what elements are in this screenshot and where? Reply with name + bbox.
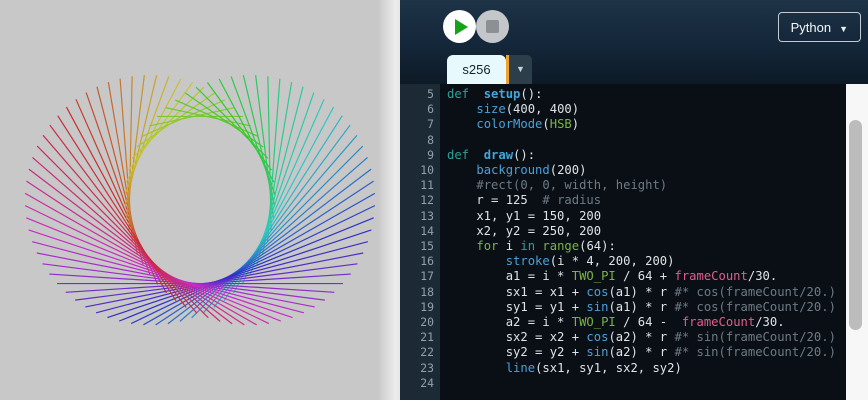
- code-text: sx1 = x1 + cos(a1) * r #* cos(frameCount…: [447, 284, 836, 299]
- code-text: sy1 = y1 + sin(a1) * r #* cos(frameCount…: [447, 299, 836, 314]
- scrollbar-thumb[interactable]: [849, 120, 862, 330]
- stop-icon: [486, 20, 499, 33]
- code-text: background(200): [476, 163, 587, 178]
- code-line[interactable]: 19 sy1 = y1 + sin(a1) * r #* cos(frameCo…: [400, 300, 868, 315]
- code-editor[interactable]: 5 def setup(): 6 size(400, 400) 7 colorMode…: [400, 84, 868, 400]
- line-number: 7: [427, 117, 434, 132]
- tab-menu-button[interactable]: ▼: [509, 55, 532, 84]
- code-line[interactable]: 9 def draw():: [400, 148, 868, 163]
- chevron-down-icon: ▼: [516, 64, 525, 74]
- code-line[interactable]: 18 sx1 = x1 + cos(a1) * r #* cos(frameCo…: [400, 285, 868, 300]
- code-line[interactable]: 24: [400, 376, 868, 391]
- chevron-down-icon: ▼: [839, 23, 848, 34]
- code-line[interactable]: 20 a2 = i * TWO_PI / 64 - frameCount/30.: [400, 315, 868, 330]
- code-text: r = 125 # radius: [447, 193, 602, 208]
- code-line[interactable]: 16 stroke(i * 4, 200, 200): [400, 254, 868, 269]
- language-selector[interactable]: Python ▼: [777, 12, 861, 42]
- sketch-output-panel: [0, 0, 400, 400]
- tab-label: s256: [462, 62, 491, 77]
- panel-resize-divider[interactable]: [378, 0, 400, 400]
- code-text: colorMode(HSB): [476, 117, 580, 132]
- play-icon: [455, 18, 468, 35]
- tab-s256[interactable]: s256: [447, 55, 506, 84]
- code-line[interactable]: 11 #rect(0, 0, width, height): [400, 178, 868, 193]
- sketch-canvas: [24, 75, 376, 326]
- line-number: 20: [420, 315, 434, 330]
- line-number: 21: [420, 330, 434, 345]
- code-text: a1 = i * TWO_PI / 64 + frameCount/30.: [447, 269, 778, 284]
- code-text: a2 = i * TWO_PI / 64 - frameCount/30.: [447, 315, 785, 330]
- editor-panel: Python ▼ s256 ▼ 5 def setup(): 6 size(400, …: [400, 0, 868, 400]
- line-number: 16: [420, 254, 434, 269]
- code-text: sx2 = x2 + cos(a2) * r #* sin(frameCount…: [447, 330, 836, 345]
- line-number: 22: [420, 345, 434, 360]
- trinket-app: Python ▼ s256 ▼ 5 def setup(): 6 size(400, …: [0, 0, 868, 400]
- line-number: 17: [420, 269, 434, 284]
- code-line[interactable]: 21 sx2 = x2 + cos(a2) * r #* sin(frameCo…: [400, 330, 868, 345]
- code-line[interactable]: 23 line(sx1, sy1, sx2, sy2): [400, 361, 868, 376]
- code-line[interactable]: 7 colorMode(HSB): [400, 117, 868, 132]
- run-button[interactable]: [443, 10, 476, 43]
- line-number: 8: [427, 132, 434, 147]
- line-number: 10: [420, 163, 434, 178]
- stop-button[interactable]: [476, 10, 509, 43]
- line-number: 6: [427, 102, 434, 117]
- code-line[interactable]: 5 def setup():: [400, 87, 868, 102]
- line-number: 12: [420, 193, 434, 208]
- code-line[interactable]: 17 a1 = i * TWO_PI / 64 + frameCount/30.: [400, 269, 868, 284]
- code-line[interactable]: 13 x1, y1 = 150, 200: [400, 209, 868, 224]
- code-line[interactable]: 8: [400, 133, 868, 148]
- code-text: def draw():: [447, 147, 536, 162]
- code-text: for i in range(64):: [476, 239, 616, 254]
- code-text: stroke(i * 4, 200, 200): [505, 254, 675, 269]
- editor-scrollbar[interactable]: [846, 84, 868, 400]
- code-line[interactable]: 22 sy2 = y2 + sin(a2) * r #* sin(frameCo…: [400, 345, 868, 360]
- line-number: 19: [420, 299, 434, 314]
- code-text: x1, y1 = 150, 200: [447, 208, 602, 223]
- line-number: 14: [420, 223, 434, 238]
- line-number: 23: [420, 360, 434, 375]
- code-lines[interactable]: 5 def setup(): 6 size(400, 400) 7 colorMode…: [400, 87, 868, 391]
- code-text: size(400, 400): [476, 102, 580, 117]
- line-number: 5: [427, 87, 434, 101]
- line-number: 24: [420, 375, 434, 390]
- code-line[interactable]: 10 background(200): [400, 163, 868, 178]
- code-line[interactable]: 14 x2, y2 = 250, 200: [400, 224, 868, 239]
- line-number: 9: [427, 147, 434, 162]
- language-selector-label: Python: [790, 19, 832, 35]
- line-number: 18: [420, 284, 434, 299]
- line-number: 13: [420, 208, 434, 223]
- code-line[interactable]: 12 r = 125 # radius: [400, 193, 868, 208]
- code-text: #rect(0, 0, width, height): [476, 178, 668, 193]
- code-line[interactable]: 15 for i in range(64):: [400, 239, 868, 254]
- line-number: 11: [420, 178, 434, 193]
- code-text: def setup():: [447, 87, 543, 101]
- toolbar: Python ▼ s256 ▼: [400, 0, 868, 84]
- line-number: 15: [420, 239, 434, 254]
- code-text: x2, y2 = 250, 200: [447, 223, 602, 238]
- code-line[interactable]: 6 size(400, 400): [400, 102, 868, 117]
- code-text: line(sx1, sy1, sx2, sy2): [505, 360, 682, 375]
- code-text: sy2 = y2 + sin(a2) * r #* sin(frameCount…: [447, 345, 836, 360]
